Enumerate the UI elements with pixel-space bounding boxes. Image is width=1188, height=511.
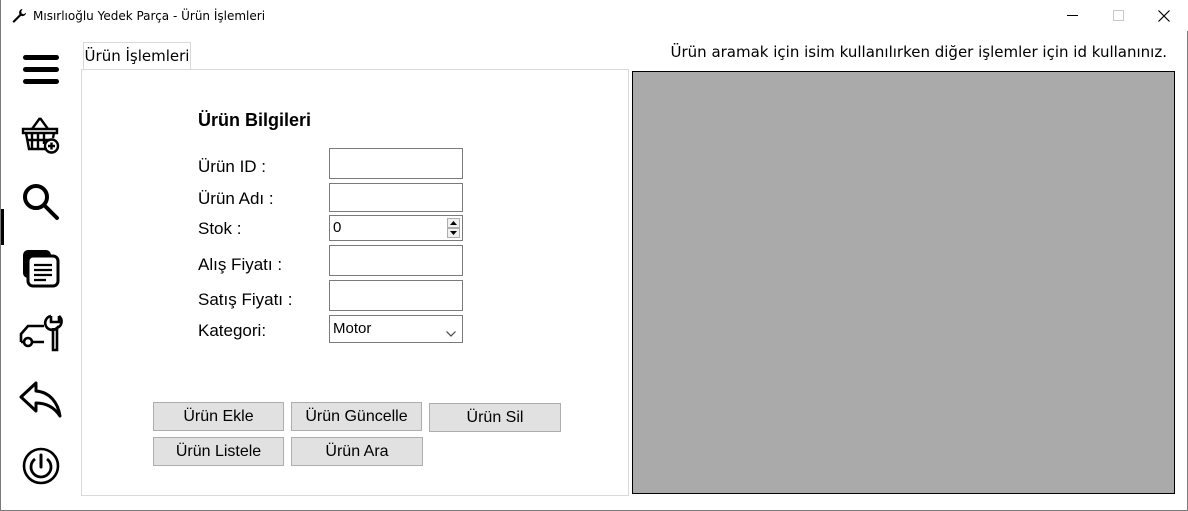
category-value: Motor xyxy=(333,320,372,337)
wrench-icon xyxy=(11,8,27,24)
close-button[interactable] xyxy=(1141,0,1187,31)
car-repair-icon xyxy=(18,312,64,359)
product-id-label: Ürün ID : xyxy=(198,157,267,176)
minimize-icon xyxy=(1066,14,1078,17)
buy-price-field[interactable] xyxy=(329,245,463,276)
window-title: Mısırlıoğlu Yedek Parça - Ürün İşlemleri xyxy=(33,9,266,23)
list-products-button[interactable]: Ürün Listele xyxy=(153,437,284,466)
sidebar-item-search[interactable] xyxy=(1,172,81,236)
chevron-down-icon xyxy=(450,231,457,235)
stepper-up-button[interactable] xyxy=(447,218,460,228)
menu-icon xyxy=(21,52,61,93)
title-bar[interactable]: Mısırlıoğlu Yedek Parça - Ürün İşlemleri xyxy=(1,0,1188,31)
sell-price-field[interactable] xyxy=(329,280,463,311)
basket-add-icon xyxy=(20,114,62,161)
chevron-down-icon xyxy=(446,324,456,341)
documents-icon xyxy=(20,247,62,294)
search-product-button[interactable]: Ürün Ara xyxy=(291,437,423,466)
delete-product-button[interactable]: Ürün Sil xyxy=(429,403,561,432)
update-product-button[interactable]: Ürün Güncelle xyxy=(291,402,422,431)
sidebar-item-add-product[interactable] xyxy=(1,105,81,169)
stock-value: 0 xyxy=(333,219,342,236)
stock-label: Stok : xyxy=(198,219,242,238)
power-icon xyxy=(21,446,61,491)
sell-price-label: Satış Fiyatı : xyxy=(198,290,293,309)
category-label: Kategori: xyxy=(198,321,267,340)
back-arrow-icon xyxy=(18,379,64,424)
product-name-label: Ürün Adı : xyxy=(198,189,274,208)
minimize-button[interactable] xyxy=(1049,0,1095,31)
product-grid[interactable] xyxy=(632,71,1175,494)
product-id-field[interactable] xyxy=(329,148,463,179)
main-window: Mısırlıoğlu Yedek Parça - Ürün İşlemleri xyxy=(0,0,1188,511)
hint-text: Ürün aramak için isim kullanılırken diğe… xyxy=(670,43,1167,61)
sidebar-item-back[interactable] xyxy=(1,369,81,433)
chevron-up-icon xyxy=(450,221,457,225)
sidebar-item-menu[interactable] xyxy=(1,40,81,104)
tab-product-operations[interactable]: Ürün İşlemleri xyxy=(83,42,191,69)
search-icon xyxy=(20,181,62,228)
sidebar-item-car-service[interactable] xyxy=(1,303,81,367)
maximize-button[interactable] xyxy=(1095,0,1141,31)
product-name-field[interactable] xyxy=(329,183,463,212)
close-icon xyxy=(1158,9,1170,22)
category-select[interactable]: Motor xyxy=(329,315,463,343)
form-title: Ürün Bilgileri xyxy=(198,110,312,130)
add-product-button[interactable]: Ürün Ekle xyxy=(153,402,284,431)
maximize-icon xyxy=(1112,10,1124,21)
sidebar xyxy=(1,31,81,509)
stock-stepper[interactable]: 0 xyxy=(329,215,463,241)
sidebar-item-exit[interactable] xyxy=(1,436,81,500)
sidebar-item-documents[interactable] xyxy=(1,238,81,302)
buy-price-label: Alış Fiyatı : xyxy=(198,255,283,274)
stepper-down-button[interactable] xyxy=(447,228,460,238)
